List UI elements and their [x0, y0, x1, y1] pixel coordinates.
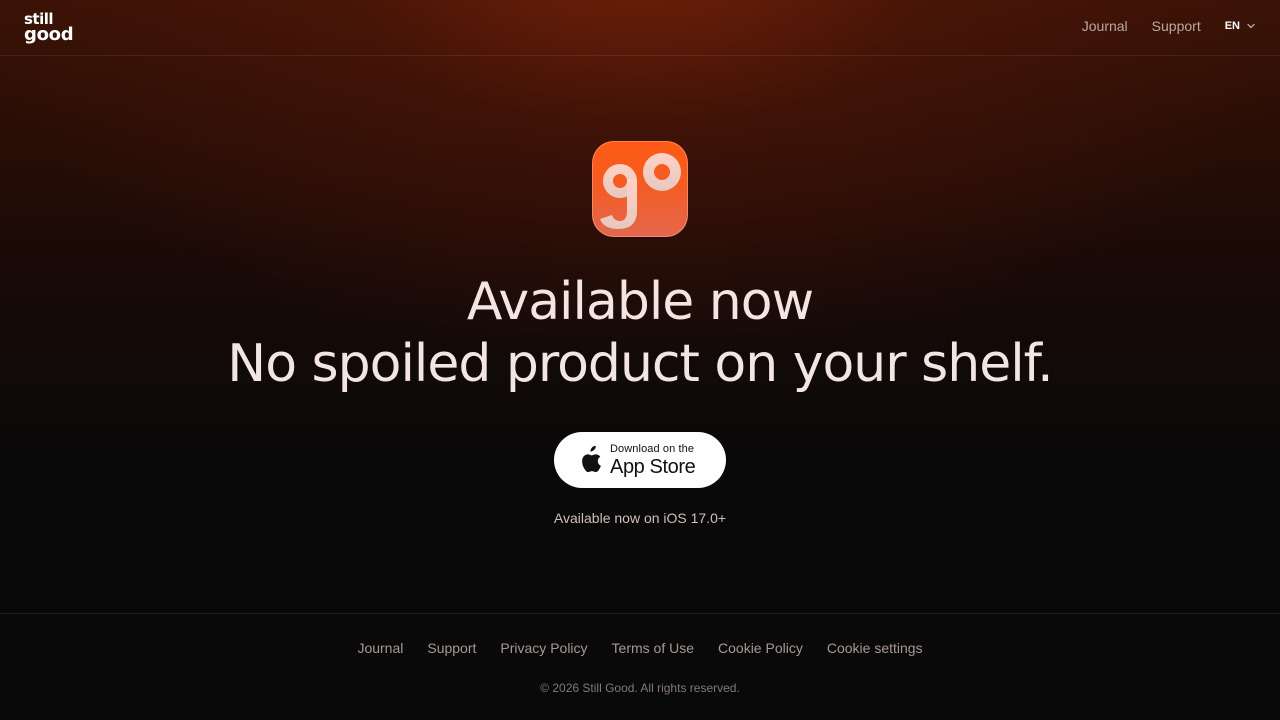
app-icon — [592, 141, 688, 237]
apple-icon — [582, 446, 601, 473]
app-store-small-label: Download on the — [610, 442, 695, 455]
still-good-logo[interactable]: still good — [24, 12, 74, 45]
footer: Journal Support Privacy Policy Terms of … — [0, 613, 1280, 720]
nav-support-link[interactable]: Support — [1152, 18, 1201, 34]
footer-link-cookie-settings[interactable]: Cookie settings — [827, 640, 923, 656]
app-store-big-label: App Store — [610, 455, 696, 478]
language-selector[interactable]: EN — [1225, 20, 1256, 32]
footer-link-cookie-policy[interactable]: Cookie Policy — [718, 640, 803, 656]
copyright: © 2026 Still Good. All rights reserved. — [540, 681, 740, 695]
nav-journal-link[interactable]: Journal — [1082, 18, 1128, 34]
language-label: EN — [1224, 20, 1240, 32]
footer-links: Journal Support Privacy Policy Terms of … — [0, 640, 1280, 656]
top-bar: still good Journal Support EN — [0, 0, 1280, 56]
footer-link-journal[interactable]: Journal — [357, 640, 403, 656]
app-icon-glyph — [600, 153, 681, 229]
chevron-down-icon — [1247, 23, 1255, 29]
ios-availability-note: Available now on iOS 17.0+ — [553, 510, 727, 526]
hero-title-line-2: No spoiled product on your shelf. — [227, 334, 1053, 394]
app-store-text: Download on the App Store — [610, 442, 696, 478]
app-store-button[interactable]: Download on the App Store — [554, 432, 726, 488]
footer-link-terms-of-use[interactable]: Terms of Use — [612, 640, 694, 656]
footer-link-support[interactable]: Support — [427, 640, 476, 656]
footer-link-privacy-policy[interactable]: Privacy Policy — [500, 640, 587, 656]
top-nav: Journal Support EN — [1058, 18, 1256, 34]
hero-title-line-1: Available now — [466, 272, 814, 332]
logo-line-2: good — [24, 24, 74, 45]
